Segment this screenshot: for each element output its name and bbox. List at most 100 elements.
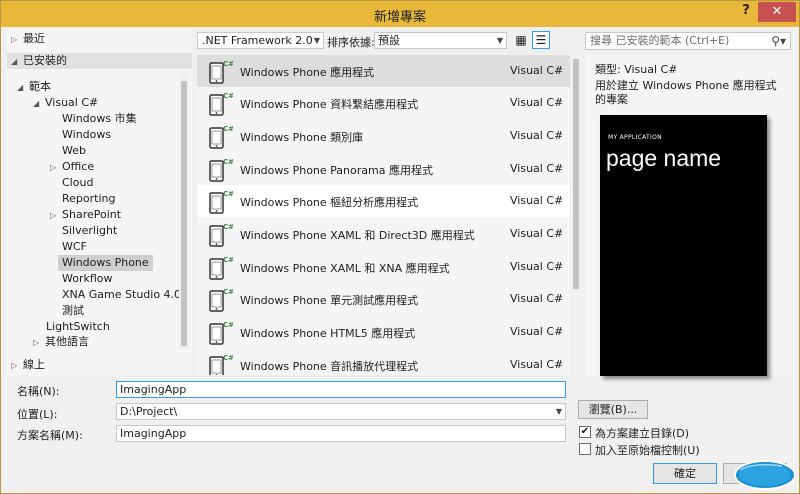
template-row[interactable]: C# Windows Phone 應用程式 Visual C#	[197, 55, 570, 87]
name-label: 名稱(N):	[17, 385, 60, 398]
chevron-down-icon: ▼	[496, 36, 503, 45]
source-control-label: 加入至原始檔控制(U)	[595, 444, 700, 457]
search-placeholder: 搜尋 已安裝的範本 (Ctrl+E)	[590, 34, 730, 47]
template-name: Windows Phone XAML 和 Direct3D 應用程式	[240, 229, 475, 242]
phone-preview: MY APPLICATION page name	[600, 115, 767, 376]
tree-label: 最近	[23, 32, 45, 45]
small-icons-view-icon[interactable]: ▦	[513, 32, 529, 48]
search-input[interactable]: 搜尋 已安裝的範本 (Ctrl+E) ⚲▾	[585, 32, 791, 50]
tree-node-reporting[interactable]: Reporting	[62, 191, 115, 207]
expand-arrow-icon: ▷	[50, 163, 57, 172]
phone-project-icon: C#	[209, 321, 233, 345]
tree-node-templates[interactable]: ◢ 範本	[17, 79, 51, 95]
tree-node-wcf[interactable]: WCF	[62, 239, 87, 255]
tree-node-sharepoint[interactable]: ▷ SharePoint	[50, 207, 121, 223]
sort-select[interactable]: 預設 ▼	[374, 32, 507, 49]
create-dir-label: 為方案建立目錄(D)	[595, 427, 690, 440]
svg-text:C#: C#	[223, 60, 233, 68]
tree-node-windows-store[interactable]: Windows 市集	[62, 111, 137, 127]
expand-arrow-icon: ▷	[50, 211, 57, 220]
tree-node-visual-csharp[interactable]: ◢ Visual C#	[33, 95, 98, 111]
phone-project-icon: C#	[209, 354, 233, 375]
tree-label: Visual C#	[45, 96, 99, 109]
tree-label: 範本	[29, 80, 51, 93]
tree-node-windows-phone[interactable]: Windows Phone	[58, 255, 153, 271]
name-input[interactable]: ImagingApp	[116, 381, 566, 398]
search-icon: ⚲▾	[771, 34, 786, 48]
help-button[interactable]: ?	[735, 3, 757, 21]
template-row[interactable]: C# Windows Phone 類別庫 Visual C#	[197, 120, 570, 152]
sort-label: 排序依據:	[327, 36, 375, 49]
tree-label: Office	[62, 160, 95, 173]
framework-select[interactable]: .NET Framework 2.0 ▼	[197, 32, 324, 49]
tree-node-recent[interactable]: ▷ 最近	[11, 31, 45, 47]
template-language: Visual C#	[510, 227, 564, 240]
phone-project-icon: C#	[209, 223, 233, 247]
template-name: Windows Phone 應用程式	[240, 66, 375, 79]
svg-text:C#: C#	[223, 354, 233, 362]
chevron-down-icon: ▼	[555, 407, 562, 416]
dialog-title: 新增專案	[373, 10, 426, 25]
template-language: Visual C#	[510, 260, 564, 273]
tree-scroll-thumb[interactable]	[181, 81, 187, 346]
tree-node-xna[interactable]: XNA Game Studio 4.0	[62, 287, 181, 303]
close-button[interactable]: ✕	[758, 2, 796, 22]
location-label: 位置(L):	[17, 408, 58, 421]
template-name: Windows Phone Panorama 應用程式	[240, 164, 433, 177]
ok-button[interactable]: 確定	[653, 463, 717, 484]
template-row[interactable]: C# Windows Phone XAML 和 Direct3D 應用程式 Visu…	[197, 218, 570, 250]
location-value: D:\Project\	[120, 405, 178, 418]
tree-node-workflow[interactable]: Workflow	[62, 271, 113, 287]
template-row[interactable]: C# Windows Phone 樞紐分析應用程式 Visual C#	[197, 185, 570, 217]
template-name: Windows Phone 音訊播放代理程式	[240, 360, 419, 373]
template-description: 用於建立 Windows Phone 應用程式的專案	[595, 79, 777, 106]
svg-text:C#: C#	[223, 223, 233, 231]
svg-text:C#: C#	[223, 190, 233, 198]
template-name: Windows Phone 資料繫結應用程式	[240, 98, 419, 111]
source-control-checkbox[interactable]	[579, 443, 591, 455]
type-label: 類型: Visual C#	[595, 63, 678, 76]
svg-text:C#: C#	[223, 125, 233, 133]
tree-node-office[interactable]: ▷ Office	[50, 159, 94, 175]
phone-project-icon: C#	[209, 256, 233, 280]
collapse-arrow-icon: ◢	[17, 83, 24, 92]
browse-button[interactable]: 瀏覽(B)...	[578, 400, 648, 419]
tree-node-online[interactable]: ▷ 線上	[11, 357, 45, 373]
template-language: Visual C#	[510, 162, 564, 175]
tree-node-test[interactable]: 測試	[62, 303, 84, 319]
template-language: Visual C#	[510, 129, 564, 142]
phone-project-icon: C#	[209, 158, 233, 182]
tree-label: 其他語言	[45, 335, 89, 348]
tree-node-other-languages[interactable]: ▷ 其他語言	[33, 334, 89, 350]
expand-arrow-icon: ▷	[11, 361, 18, 370]
svg-text:C#: C#	[223, 158, 233, 166]
template-list-scroll-thumb[interactable]	[573, 59, 579, 289]
template-name: Windows Phone 單元測試應用程式	[240, 294, 419, 307]
tree-label: 已安裝的	[23, 54, 67, 67]
phone-page-name: page name	[606, 145, 722, 171]
tree-node-cloud[interactable]: Cloud	[62, 175, 93, 191]
template-row[interactable]: C# Windows Phone HTML5 應用程式 Visual C#	[197, 316, 570, 348]
template-name: Windows Phone HTML5 應用程式	[240, 327, 416, 340]
template-row[interactable]: C# Windows Phone 單元測試應用程式 Visual C#	[197, 283, 570, 315]
template-language: Visual C#	[510, 358, 564, 371]
chevron-down-icon: ▼	[313, 36, 320, 45]
list-view-icon[interactable]: ☰	[532, 31, 550, 49]
new-project-dialog: 新增專案 ? ✕ ▷ 最近 ◢ 已安裝的 ◢ 範本 ◢ Visual C# Window…	[0, 0, 800, 494]
template-row[interactable]: C# Windows Phone Panorama 應用程式 Visual C#	[197, 153, 570, 185]
expand-arrow-icon: ▷	[33, 338, 40, 347]
tree-node-lightswitch[interactable]: LightSwitch	[46, 319, 110, 335]
tree-node-installed[interactable]: ◢ 已安裝的	[7, 53, 192, 69]
phone-project-icon: C#	[209, 125, 233, 149]
tree-node-web[interactable]: Web	[62, 143, 86, 159]
template-row[interactable]: C# Windows Phone XAML 和 XNA 應用程式 Visual C#	[197, 251, 570, 283]
phone-project-icon: C#	[209, 288, 233, 312]
solution-input[interactable]: ImagingApp	[116, 425, 566, 442]
tree-node-silverlight[interactable]: Silverlight	[62, 223, 117, 239]
location-input[interactable]: D:\Project\ ▼	[116, 403, 566, 420]
template-row[interactable]: C# Windows Phone 資料繫結應用程式 Visual C#	[197, 87, 570, 119]
create-dir-checkbox[interactable]: ✔	[579, 426, 591, 438]
template-list: C# Windows Phone 應用程式 Visual C# C# Windows P…	[197, 55, 570, 375]
tree-node-windows[interactable]: Windows	[62, 127, 111, 143]
template-row[interactable]: C# Windows Phone 音訊播放代理程式 Visual C#	[197, 349, 570, 375]
